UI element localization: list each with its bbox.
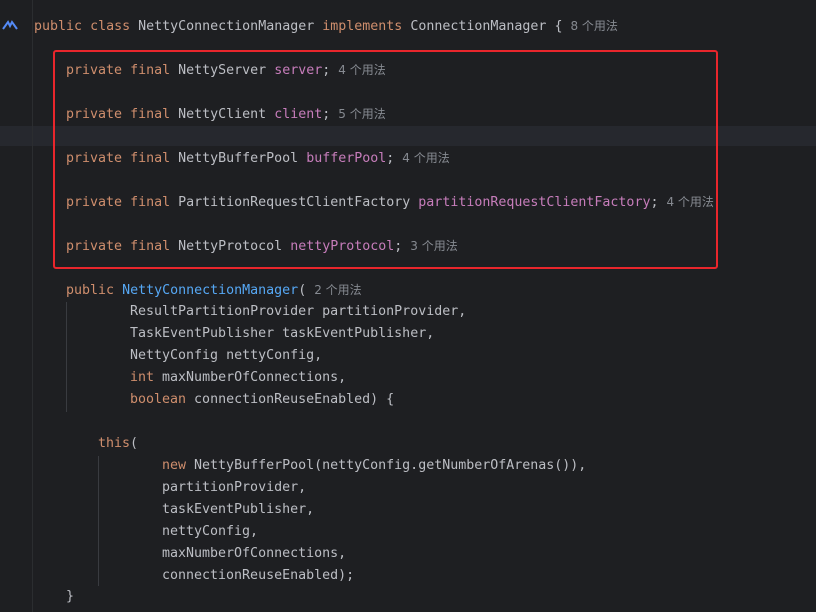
keyword-class: class [90, 19, 131, 34]
interface-name[interactable]: ConnectionManager [410, 19, 546, 34]
arg-line[interactable]: connectionReuseEnabled); [162, 565, 354, 587]
this-call-line[interactable]: this( [98, 433, 138, 455]
implementation-gutter-icon[interactable] [2, 17, 18, 33]
param-line[interactable]: ResultPartitionProvider partitionProvide… [130, 301, 466, 323]
fields-highlight-box [53, 50, 718, 269]
constructor-declaration-line[interactable]: public NettyConnectionManager(2 个用法 [66, 279, 362, 301]
code-editor[interactable]: public class NettyConnectionManager impl… [0, 0, 816, 612]
keyword-this: this [98, 436, 131, 451]
arg-line[interactable]: maxNumberOfConnections, [162, 543, 346, 565]
keyword-public: public [66, 283, 115, 298]
keyword-public: public [34, 19, 83, 34]
arg-text[interactable]: maxNumberOfConnections, [162, 546, 346, 561]
arg-keyword: new [162, 458, 187, 473]
close-brace: } [66, 589, 75, 604]
arg-line[interactable]: new NettyBufferPool(nettyConfig.getNumbe… [162, 455, 586, 477]
usages-hint[interactable]: 8 个用法 [570, 19, 617, 33]
class-declaration-line[interactable]: public class NettyConnectionManager impl… [34, 15, 618, 37]
open-brace: { [554, 19, 563, 34]
close-brace-line[interactable]: } [66, 586, 74, 608]
arg-line[interactable]: taskEventPublisher, [162, 499, 314, 521]
param-text[interactable]: maxNumberOfConnections, [154, 370, 346, 385]
arg-line[interactable]: nettyConfig, [162, 521, 258, 543]
indent-guide [98, 456, 99, 586]
constructor-name[interactable]: NettyConnectionManager [122, 283, 298, 298]
param-text[interactable]: connectionReuseEnabled) { [186, 392, 394, 407]
param-keyword: boolean [130, 392, 187, 407]
open-paren: ( [130, 436, 139, 451]
param-line[interactable]: int maxNumberOfConnections, [130, 367, 346, 389]
arg-text[interactable]: partitionProvider, [162, 480, 306, 495]
arg-text[interactable]: nettyConfig, [162, 524, 258, 539]
open-paren: ( [298, 283, 307, 298]
param-text[interactable]: NettyConfig nettyConfig, [130, 348, 322, 363]
arg-line[interactable]: partitionProvider, [162, 477, 306, 499]
keyword-implements: implements [322, 19, 403, 34]
param-line[interactable]: boolean connectionReuseEnabled) { [130, 389, 394, 411]
param-text[interactable]: ResultPartitionProvider partitionProvide… [130, 304, 466, 319]
gutter-divider [32, 0, 33, 612]
usages-hint[interactable]: 2 个用法 [314, 283, 361, 297]
param-line[interactable]: TaskEventPublisher taskEventPublisher, [130, 323, 434, 345]
class-name[interactable]: NettyConnectionManager [138, 19, 314, 34]
indent-guide [66, 302, 67, 412]
param-keyword: int [130, 370, 155, 385]
arg-text[interactable]: connectionReuseEnabled); [162, 568, 354, 583]
param-line[interactable]: NettyConfig nettyConfig, [130, 345, 322, 367]
arg-text[interactable]: taskEventPublisher, [162, 502, 314, 517]
arg-text[interactable]: NettyBufferPool(nettyConfig.getNumberOfA… [186, 458, 586, 473]
param-text[interactable]: TaskEventPublisher taskEventPublisher, [130, 326, 434, 341]
